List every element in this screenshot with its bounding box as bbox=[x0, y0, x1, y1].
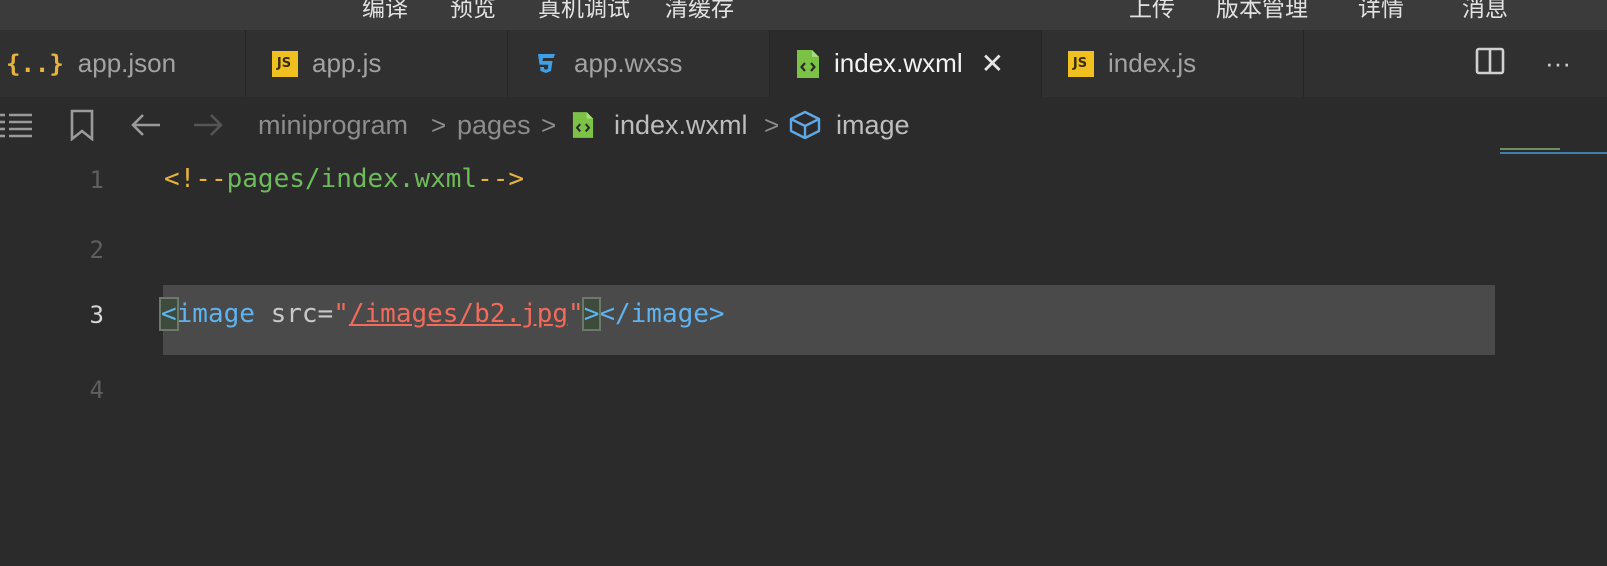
code-editor[interactable]: 1 <!--pages/index.wxml--> 2 3 <image src… bbox=[0, 153, 1607, 566]
wxml-file-icon bbox=[796, 49, 820, 79]
split-editor-icon[interactable] bbox=[1475, 47, 1505, 80]
top-toolbar: 编译 预览 真机调试 清缓存 上传 版本管理 详情 消息 bbox=[0, 0, 1607, 30]
breadcrumb-separator: > bbox=[541, 109, 557, 140]
code-line-current: 3 <image src="/images/b2.jpg"></image> bbox=[0, 285, 1607, 355]
device-debug-button[interactable]: 真机调试 bbox=[538, 0, 630, 23]
upload-button[interactable]: 上传 bbox=[1129, 0, 1175, 23]
bookmark-icon[interactable] bbox=[70, 97, 94, 153]
bracket-match: > bbox=[581, 297, 602, 331]
messages-button[interactable]: 消息 bbox=[1462, 0, 1508, 23]
tab-index-wxml[interactable]: index.wxml ✕ bbox=[770, 30, 1042, 97]
tab-label: index.js bbox=[1108, 48, 1197, 78]
code-line: 1 <!--pages/index.wxml--> bbox=[0, 150, 1607, 220]
tab-app-wxss[interactable]: app.wxss bbox=[508, 30, 770, 97]
string-quote: " bbox=[333, 299, 349, 329]
comment-text: pages/index.wxml bbox=[226, 164, 478, 194]
line-number: 4 bbox=[89, 376, 104, 404]
breadcrumb-separator: > bbox=[431, 109, 447, 140]
breadcrumb-item-index-wxml[interactable]: index.wxml bbox=[614, 97, 748, 153]
tag-name: image bbox=[176, 299, 255, 329]
forward-arrow-icon[interactable] bbox=[192, 97, 224, 153]
code-text: <!--pages/index.wxml--> bbox=[164, 164, 524, 194]
closing-tag: </image> bbox=[599, 299, 725, 329]
css3-icon bbox=[532, 50, 560, 78]
js-file-icon: JS bbox=[272, 50, 298, 77]
tab-label: app.wxss bbox=[574, 48, 683, 78]
editor-tab-bar: {..} app.json JS app.js app.wxss index.w… bbox=[0, 30, 1607, 97]
more-actions-icon[interactable]: ··· bbox=[1545, 48, 1571, 79]
comment-open: <!-- bbox=[164, 164, 227, 194]
close-tab-icon[interactable]: ✕ bbox=[981, 47, 1004, 80]
element-cube-icon bbox=[789, 97, 821, 153]
breadcrumb-item-image[interactable]: image bbox=[836, 97, 910, 153]
compile-button[interactable]: 编译 bbox=[362, 0, 408, 23]
tab-app-js[interactable]: JS app.js bbox=[246, 30, 508, 97]
wxml-file-icon bbox=[572, 97, 594, 153]
bracket-match: < bbox=[159, 297, 179, 331]
breadcrumb: miniprogram > pages > index.wxml > image bbox=[0, 97, 1607, 153]
line-number: 1 bbox=[89, 166, 104, 194]
code-line: 4 bbox=[0, 360, 1607, 430]
tab-label: index.wxml bbox=[834, 48, 963, 78]
back-arrow-icon[interactable] bbox=[130, 97, 162, 153]
breadcrumb-item-miniprogram[interactable]: miniprogram bbox=[258, 97, 408, 153]
preview-button[interactable]: 预览 bbox=[450, 0, 496, 23]
breadcrumb-separator: > bbox=[764, 109, 780, 140]
string-quote: " bbox=[568, 299, 584, 329]
code-line: 2 bbox=[0, 220, 1607, 290]
line-number: 3 bbox=[89, 301, 104, 329]
code-text: <image src="/images/b2.jpg"></image> bbox=[159, 297, 725, 331]
tab-label: app.json bbox=[77, 48, 177, 78]
version-manage-button[interactable]: 版本管理 bbox=[1216, 0, 1308, 23]
string-value: /images/b2.jpg bbox=[348, 299, 569, 329]
attribute-name: src= bbox=[254, 299, 334, 329]
breadcrumb-item-pages[interactable]: pages bbox=[457, 97, 531, 153]
tab-actions: ··· bbox=[1475, 30, 1571, 97]
details-button[interactable]: 详情 bbox=[1358, 0, 1404, 23]
json-braces-icon: {..} bbox=[6, 49, 64, 78]
clear-cache-button[interactable]: 清缓存 bbox=[665, 0, 734, 23]
outline-list-icon[interactable] bbox=[0, 97, 34, 153]
js-file-icon: JS bbox=[1068, 50, 1094, 77]
tab-app-json[interactable]: {..} app.json bbox=[0, 30, 246, 97]
line-number: 2 bbox=[89, 236, 104, 264]
tab-index-js[interactable]: JS index.js bbox=[1042, 30, 1304, 97]
comment-close: --> bbox=[477, 164, 525, 194]
tab-label: app.js bbox=[312, 48, 382, 78]
